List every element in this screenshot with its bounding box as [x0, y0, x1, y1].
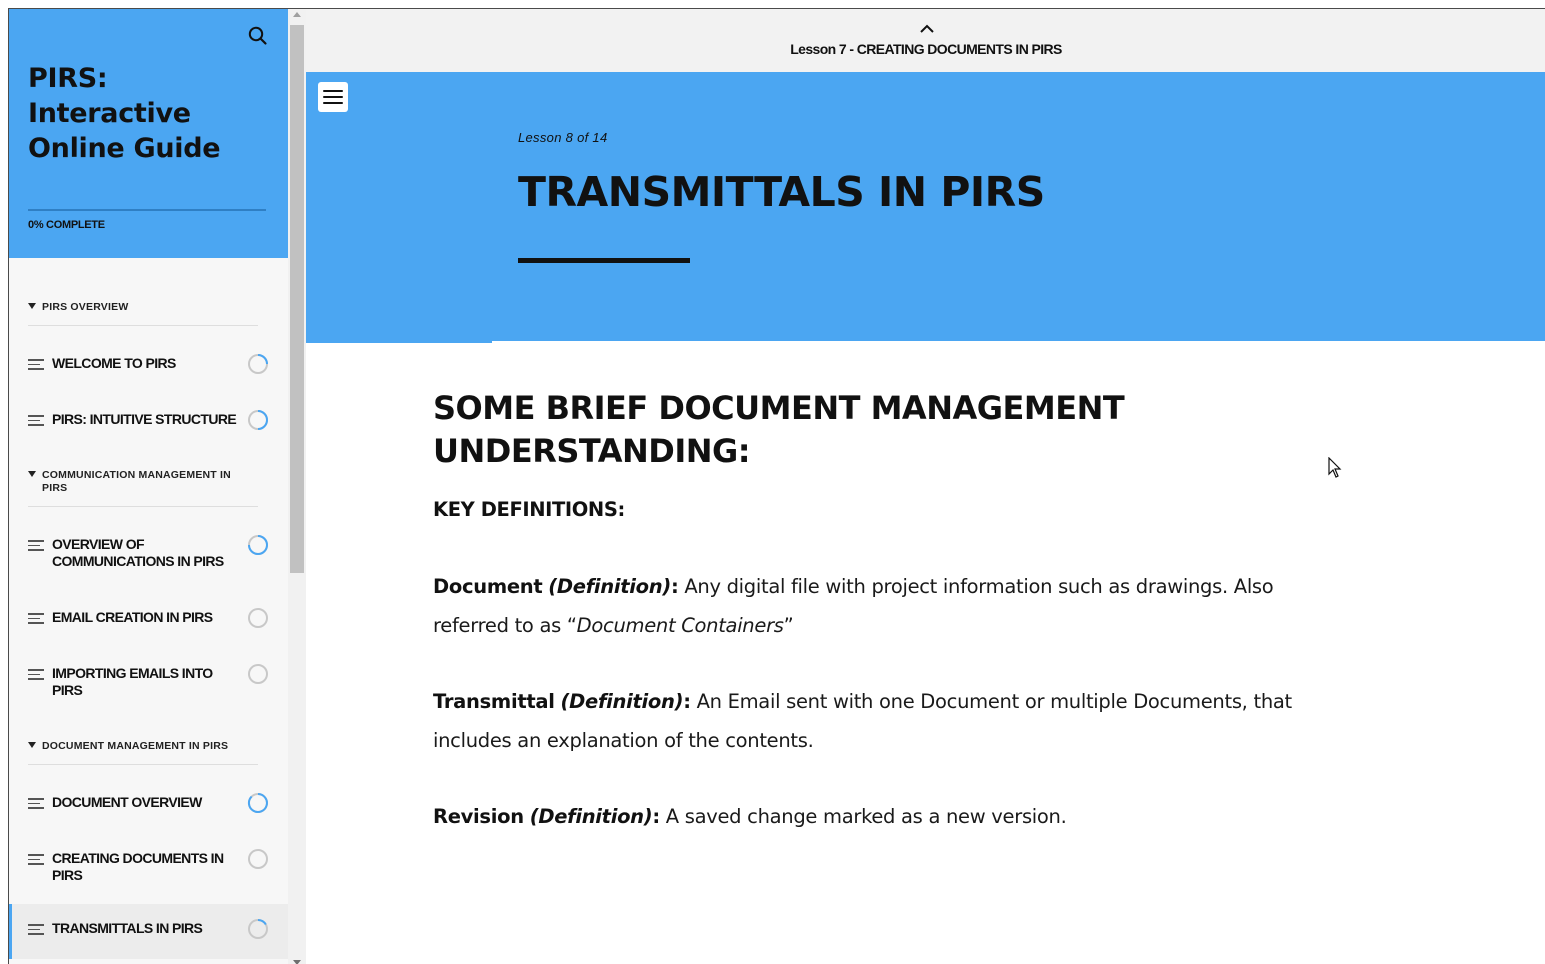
definition-term: Document	[433, 575, 543, 598]
caret-down-icon	[28, 303, 36, 309]
progress-ring-icon	[247, 409, 269, 431]
section-header-communication-management[interactable]: COMMUNICATION MANAGEMENT IN PIRS	[28, 469, 258, 495]
definition-text-italic: Document Containers	[576, 614, 784, 637]
course-progress-text: 0% COMPLETE	[28, 219, 105, 231]
progress-ring-icon	[247, 848, 269, 870]
lines-icon	[28, 613, 44, 625]
previous-lesson-link[interactable]: Lesson 7 - CREATING DOCUMENTS IN PIRS	[306, 9, 1545, 72]
lines-icon	[28, 854, 44, 866]
definition-term: Revision	[433, 805, 524, 828]
lesson-progress-fill	[306, 341, 492, 343]
section-header-pirs-overview[interactable]: PIRS OVERVIEW	[28, 301, 258, 314]
progress-ring-icon	[247, 607, 269, 629]
sidebar-header: PIRS: Interactive Online Guide 0% COMPLE…	[9, 9, 288, 258]
sidebar-item-label: EMAIL CREATION IN PIRS	[52, 609, 213, 625]
scroll-up-arrow-icon[interactable]	[293, 12, 301, 17]
app-frame: PIRS: Interactive Online Guide 0% COMPLE…	[8, 8, 1545, 964]
section-divider	[28, 506, 258, 507]
lesson-hero: Lesson 8 of 14 TRANSMITTALS IN PIRS	[306, 72, 1545, 341]
sidebar-scrollbar[interactable]	[288, 9, 306, 964]
progress-ring-icon	[247, 353, 269, 375]
sidebar-item-label: DOCUMENT OVERVIEW	[52, 794, 202, 810]
chevron-up-icon	[919, 21, 935, 33]
definition-term: Transmittal	[433, 690, 555, 713]
sidebar-item-label: PIRS: INTUITIVE STRUCTURE	[52, 411, 237, 427]
section-header-document-management[interactable]: DOCUMENT MANAGEMENT IN PIRS	[28, 740, 258, 753]
sidebar-item-label: WELCOME TO PIRS	[52, 355, 176, 371]
sidebar-item-welcome-to-pirs[interactable]: WELCOME TO PIRS	[9, 345, 288, 383]
definition-document: Document (Definition): Any digital file …	[433, 567, 1353, 645]
lesson-title: TRANSMITTALS IN PIRS	[518, 168, 1045, 216]
subheading: KEY DEFINITIONS:	[433, 498, 625, 521]
previous-lesson-label: Lesson 7 - CREATING DOCUMENTS IN PIRS	[790, 41, 1062, 57]
definition-label: (Definition)	[529, 805, 653, 828]
course-title: PIRS: Interactive Online Guide	[28, 63, 221, 164]
lines-icon	[28, 415, 44, 427]
lines-icon	[28, 669, 44, 681]
course-progress-bar	[28, 209, 266, 211]
search-icon[interactable]	[247, 25, 269, 47]
caret-down-icon	[28, 471, 36, 477]
hamburger-menu-icon[interactable]	[318, 82, 348, 112]
definition-transmittal: Transmittal (Definition): An Email sent …	[433, 682, 1353, 760]
section-label: PIRS OVERVIEW	[42, 301, 129, 313]
definition-text-end: ”	[783, 614, 794, 637]
section-heading: SOME BRIEF DOCUMENT MANAGEMENT UNDERSTAN…	[433, 389, 1125, 470]
definition-text: A saved change marked as a new version.	[665, 805, 1067, 828]
section-divider	[28, 325, 258, 326]
sidebar-item-transmittals[interactable]: TRANSMITTALS IN PIRS	[9, 904, 288, 959]
section-divider	[28, 764, 258, 765]
sidebar-item-importing-emails[interactable]: IMPORTING EMAILS INTO PIRS	[9, 655, 288, 705]
section-label: COMMUNICATION MANAGEMENT IN PIRS	[42, 469, 231, 494]
progress-ring-icon	[247, 534, 269, 556]
lesson-progress-strip	[306, 341, 1545, 344]
sidebar: PIRS: Interactive Online Guide 0% COMPLE…	[9, 9, 288, 964]
lines-icon	[28, 924, 44, 936]
sidebar-item-label: TRANSMITTALS IN PIRS	[52, 920, 203, 936]
sidebar-item-intuitive-structure[interactable]: PIRS: INTUITIVE STRUCTURE	[9, 401, 288, 439]
definition-colon: :	[683, 690, 691, 713]
scroll-down-arrow-icon[interactable]	[293, 960, 301, 964]
sidebar-item-email-creation[interactable]: EMAIL CREATION IN PIRS	[9, 599, 288, 637]
definition-colon: :	[652, 805, 660, 828]
progress-ring-icon	[247, 792, 269, 814]
lines-icon	[28, 359, 44, 371]
main-content: Lesson 7 - CREATING DOCUMENTS IN PIRS Le…	[306, 9, 1545, 964]
lesson-count: Lesson 8 of 14	[518, 130, 608, 145]
sidebar-item-label: OVERVIEW OF COMMUNICATIONS IN PIRS	[52, 536, 224, 569]
progress-ring-icon	[247, 918, 269, 940]
sidebar-item-label: IMPORTING EMAILS INTO PIRS	[52, 665, 213, 698]
definition-colon: :	[670, 575, 679, 598]
title-underline	[518, 258, 690, 263]
lines-icon	[28, 540, 44, 552]
sidebar-item-document-overview[interactable]: DOCUMENT OVERVIEW	[9, 784, 288, 822]
caret-down-icon	[28, 742, 36, 748]
section-label: DOCUMENT MANAGEMENT IN PIRS	[42, 740, 229, 752]
definition-label: (Definition)	[548, 575, 671, 598]
definition-label: (Definition)	[560, 690, 684, 713]
progress-ring-icon	[247, 663, 269, 685]
sidebar-item-label: CREATING DOCUMENTS IN PIRS	[52, 850, 224, 883]
lines-icon	[28, 798, 44, 810]
scroll-thumb[interactable]	[290, 25, 304, 573]
definition-revision: Revision (Definition): A saved change ma…	[433, 797, 1353, 836]
mouse-pointer-icon	[1328, 456, 1342, 479]
sidebar-item-overview-communications[interactable]: OVERVIEW OF COMMUNICATIONS IN PIRS	[9, 526, 288, 576]
sidebar-item-creating-documents[interactable]: CREATING DOCUMENTS IN PIRS	[9, 840, 288, 890]
